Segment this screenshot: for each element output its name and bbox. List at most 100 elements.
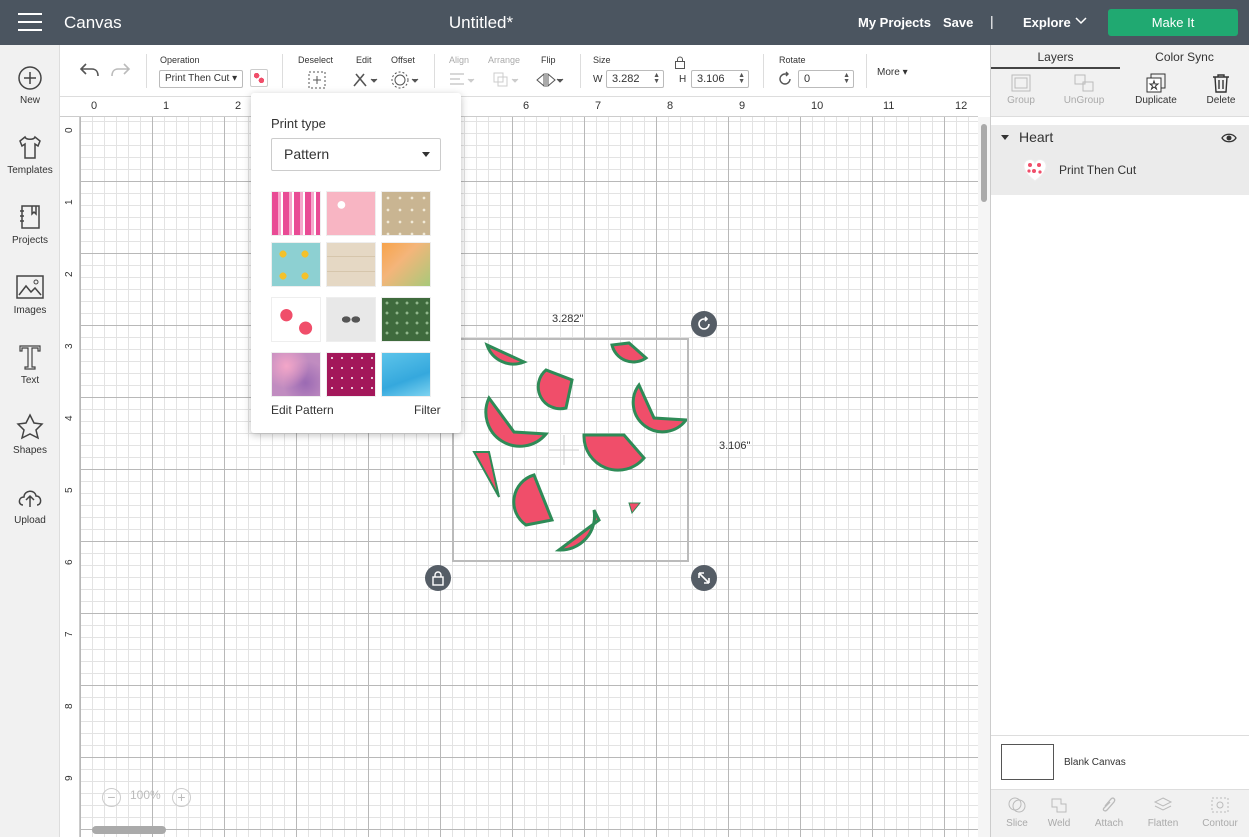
image-icon bbox=[16, 275, 44, 299]
eye-icon[interactable] bbox=[1221, 132, 1237, 144]
print-type-select[interactable]: Pattern bbox=[271, 138, 441, 171]
weld-button[interactable]: Weld bbox=[1033, 796, 1085, 829]
ruler-tick: 3 bbox=[64, 343, 75, 349]
pattern-swatch[interactable] bbox=[326, 242, 376, 287]
print-pattern-swatch-icon[interactable] bbox=[250, 69, 268, 87]
layer-group-heart[interactable]: Heart Print Then Cut bbox=[991, 125, 1249, 195]
operation-select[interactable]: Print Then Cut ▾ bbox=[159, 70, 243, 88]
sidebar-item-text[interactable]: Text bbox=[0, 343, 60, 386]
align-icon[interactable] bbox=[448, 71, 476, 89]
blank-canvas-label: Blank Canvas bbox=[1064, 757, 1126, 768]
attach-button[interactable]: Attach bbox=[1083, 796, 1135, 829]
sidebar-item-images[interactable]: Images bbox=[0, 273, 60, 316]
layer-tools: Group UnGroup Duplicate Delete bbox=[991, 69, 1249, 117]
zoom-in-button[interactable]: + bbox=[172, 788, 191, 807]
flip-label: Flip bbox=[541, 55, 556, 65]
resize-handle[interactable] bbox=[691, 565, 717, 591]
edit-label: Edit bbox=[356, 55, 372, 65]
sidebar-item-label: New bbox=[19, 95, 40, 106]
lock-icon[interactable] bbox=[674, 56, 686, 69]
ruler-tick: 6 bbox=[523, 100, 530, 112]
sidebar-item-upload[interactable]: Upload bbox=[0, 485, 60, 526]
deselect-icon[interactable] bbox=[308, 71, 326, 89]
filter-link[interactable]: Filter bbox=[414, 403, 441, 417]
tab-color-sync[interactable]: Color Sync bbox=[1120, 45, 1249, 69]
chevron-down-icon[interactable] bbox=[1075, 17, 1087, 25]
watermelon-pattern-image bbox=[472, 341, 689, 552]
explore-link[interactable]: Explore bbox=[1023, 15, 1071, 30]
ruler-top: 0 1 2 3 4 5 6 7 8 9 10 11 12 bbox=[60, 97, 978, 117]
height-value: 3.106 bbox=[697, 73, 725, 85]
pattern-swatch[interactable] bbox=[271, 297, 321, 342]
delete-label: Delete bbox=[1206, 95, 1236, 106]
ungroup-button[interactable]: UnGroup bbox=[1054, 73, 1114, 106]
ruler-tick: 2 bbox=[64, 271, 75, 277]
arrange-icon[interactable] bbox=[492, 71, 520, 89]
rotate-handle[interactable] bbox=[691, 311, 717, 337]
lock-proportions-handle[interactable] bbox=[425, 565, 451, 591]
chevron-down-icon[interactable] bbox=[1001, 135, 1009, 140]
height-input[interactable]: 3.106 ▲ ▼ bbox=[691, 70, 749, 88]
group-label: Group bbox=[1007, 95, 1035, 106]
ruler-tick: 6 bbox=[64, 559, 75, 565]
edit-tools-icon[interactable] bbox=[351, 71, 379, 89]
weld-icon bbox=[1051, 798, 1067, 813]
delete-button[interactable]: Delete bbox=[1191, 73, 1249, 106]
pattern-swatch[interactable] bbox=[271, 242, 321, 287]
print-type-value: Pattern bbox=[284, 146, 330, 162]
pattern-swatch[interactable] bbox=[326, 191, 376, 236]
sidebar-item-shapes[interactable]: Shapes bbox=[0, 413, 60, 456]
pattern-swatch[interactable] bbox=[381, 191, 431, 236]
pattern-swatch[interactable] bbox=[381, 297, 431, 342]
zoom-out-button[interactable]: − bbox=[102, 788, 121, 807]
pattern-swatch[interactable] bbox=[326, 352, 376, 397]
ruler-tick: 9 bbox=[64, 775, 75, 781]
plus-circle-icon bbox=[18, 66, 42, 90]
ruler-tick: 1 bbox=[163, 100, 170, 112]
ruler-tick: 0 bbox=[91, 100, 98, 112]
print-type-title: Print type bbox=[271, 116, 326, 131]
sidebar-item-templates[interactable]: Templates bbox=[0, 133, 60, 176]
duplicate-button[interactable]: Duplicate bbox=[1126, 73, 1186, 106]
vertical-scroll-thumb[interactable] bbox=[981, 124, 987, 202]
contour-button[interactable]: Contour bbox=[1194, 796, 1246, 829]
horizontal-scroll-thumb[interactable] bbox=[92, 826, 166, 834]
document-title[interactable]: Untitled* bbox=[0, 13, 962, 33]
paperclip-icon bbox=[1102, 797, 1116, 812]
pattern-swatch[interactable] bbox=[381, 352, 431, 397]
redo-icon[interactable] bbox=[110, 61, 132, 79]
tab-layers[interactable]: Layers bbox=[991, 45, 1120, 69]
pattern-swatch[interactable] bbox=[271, 191, 321, 236]
selection-box[interactable] bbox=[452, 338, 689, 562]
undo-icon[interactable] bbox=[78, 61, 100, 79]
edit-pattern-link[interactable]: Edit Pattern bbox=[271, 403, 334, 417]
sidebar-item-projects[interactable]: Projects bbox=[0, 203, 60, 246]
offset-icon[interactable] bbox=[391, 71, 419, 89]
flatten-button[interactable]: Flatten bbox=[1137, 796, 1189, 829]
flip-icon[interactable] bbox=[535, 71, 565, 89]
upload-icon bbox=[18, 490, 42, 507]
width-input[interactable]: 3.282 ▲ ▼ bbox=[606, 70, 664, 88]
my-projects-link[interactable]: My Projects bbox=[858, 15, 931, 30]
more-button[interactable]: More ▾ bbox=[877, 67, 908, 78]
pattern-swatch[interactable] bbox=[271, 352, 321, 397]
sidebar-item-label: Images bbox=[13, 305, 47, 316]
toolbar-divider bbox=[282, 54, 283, 88]
print-type-popup: Print type Pattern Edit Pattern Filter bbox=[251, 93, 461, 433]
ruler-left: 0 1 2 3 4 5 6 7 8 9 bbox=[60, 117, 80, 837]
layer-item-print-then-cut[interactable]: Print Then Cut bbox=[991, 155, 1249, 193]
blank-canvas-swatch[interactable] bbox=[1001, 744, 1054, 780]
rotate-icon[interactable] bbox=[777, 71, 793, 87]
rotate-input[interactable]: 0 ▲ ▼ bbox=[798, 70, 854, 88]
pattern-swatch[interactable] bbox=[381, 242, 431, 287]
make-it-button[interactable]: Make It bbox=[1108, 9, 1238, 36]
ruler-tick: 12 bbox=[955, 100, 968, 112]
sidebar-item-new[interactable]: New bbox=[0, 65, 60, 106]
width-label: W bbox=[593, 74, 603, 85]
sidebar-item-label: Text bbox=[20, 375, 40, 386]
vertical-scrollbar[interactable] bbox=[978, 117, 990, 837]
height-dimension-label: 3.106" bbox=[719, 440, 751, 452]
pattern-swatch[interactable] bbox=[326, 297, 376, 342]
group-button[interactable]: Group bbox=[991, 73, 1051, 106]
save-link[interactable]: Save bbox=[943, 15, 973, 30]
